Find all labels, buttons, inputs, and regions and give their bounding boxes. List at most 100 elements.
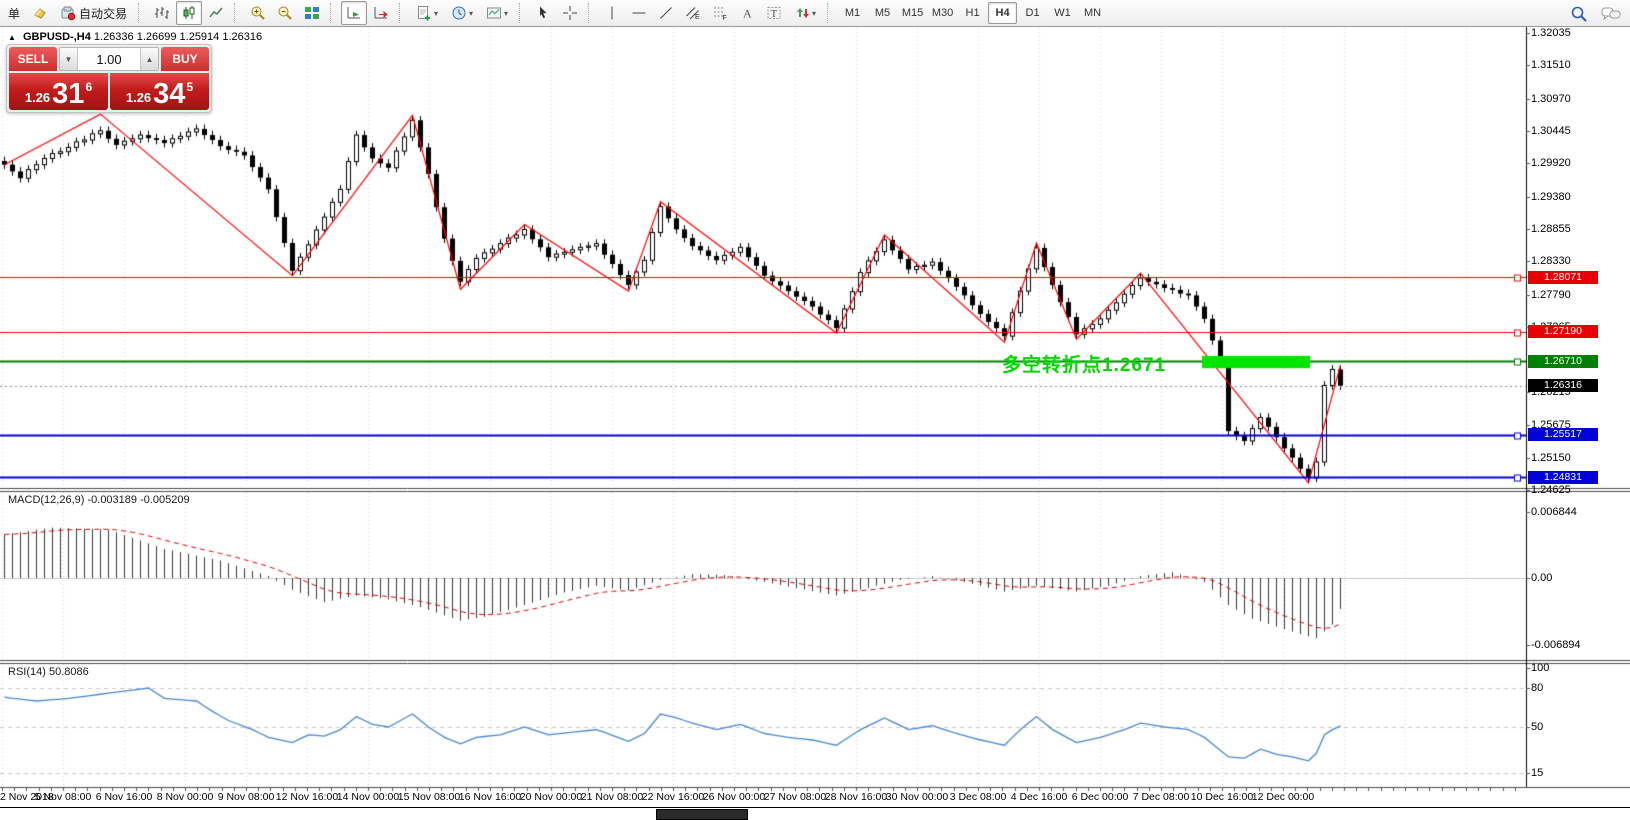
periods-menu[interactable]: ▾ — [445, 1, 479, 25]
timeframe-m5[interactable]: M5 — [868, 2, 897, 24]
autotrading-button[interactable]: 自动交易 — [54, 1, 133, 25]
templates-menu[interactable]: ▾ — [480, 1, 514, 25]
autotrading-label: 自动交易 — [79, 5, 127, 22]
candlestick-chart-icon[interactable] — [176, 1, 202, 25]
toolbar-separator — [827, 3, 834, 23]
time-axis-label: 9 Nov 08:00 — [218, 791, 275, 803]
tile-windows-icon[interactable] — [299, 1, 325, 25]
toolbar-separator — [330, 3, 337, 23]
indicators-menu[interactable]: ▾ — [410, 1, 444, 25]
time-axis-label: 10 Dec 16:00 — [1191, 791, 1253, 803]
time-axis-label: 14 Nov 00:00 — [337, 791, 399, 803]
chart-shift-icon[interactable] — [368, 1, 394, 25]
time-axis-label: 7 Dec 08:00 — [1133, 791, 1190, 803]
toolbar-separator — [234, 3, 241, 23]
price-badge: 1.27190 — [1528, 325, 1598, 338]
time-axis-label: 22 Nov 16:00 — [642, 791, 704, 803]
price-badge: 1.24831 — [1528, 471, 1598, 484]
buy-price-prefix: 1.26 — [126, 90, 151, 105]
price-axis-label: 1.30445 — [1531, 125, 1571, 137]
sell-button[interactable]: SELL — [9, 47, 57, 71]
toolbar-separator — [588, 3, 595, 23]
price-axis-label: 1.28330 — [1531, 255, 1571, 267]
timeframe-m15[interactable]: M15 — [898, 2, 927, 24]
channel-letter: E — [695, 14, 700, 21]
turning-point-annotation: 多空转折点1.2671 — [1002, 350, 1166, 377]
price-badge: 1.25517 — [1528, 428, 1598, 441]
time-axis-label: 4 Dec 16:00 — [1011, 791, 1068, 803]
time-axis-label: 16 Nov 16:00 — [459, 791, 521, 803]
volume-down-button[interactable]: ▼ — [60, 48, 78, 70]
time-axis-label: 8 Nov 00:00 — [157, 791, 214, 803]
svg-text:A: A — [743, 7, 752, 21]
trendline-icon[interactable] — [653, 1, 679, 25]
volume-spinner: ▼ 1.00 ▲ — [59, 47, 159, 71]
fibonacci-icon[interactable]: F — [707, 1, 733, 25]
volume-value[interactable]: 1.00 — [78, 48, 140, 70]
line-chart-icon[interactable] — [203, 1, 229, 25]
dropdown-arrow-icon: ▾ — [504, 9, 508, 18]
zoom-out-icon[interactable] — [272, 1, 298, 25]
equidistant-channel-icon[interactable]: E — [680, 1, 706, 25]
toolbar: 单 自动交易 ▾ ▾ ▾ — [0, 0, 1630, 27]
timeframe-h4[interactable]: H4 — [988, 2, 1017, 24]
toolbar-separator — [519, 3, 526, 23]
volume-up-button[interactable]: ▲ — [140, 48, 158, 70]
price-axis-label: 1.30970 — [1531, 93, 1571, 105]
time-axis-label: 5 Nov 08:00 — [35, 791, 92, 803]
scrollbar-thumb[interactable] — [656, 809, 748, 820]
crosshair-icon[interactable] — [557, 1, 583, 25]
price-badge: 1.26316 — [1528, 379, 1598, 392]
arrows-menu[interactable]: ▾ — [788, 1, 822, 25]
horizontal-line-icon[interactable] — [626, 1, 652, 25]
timeframe-group: M1M5M15M30H1H4D1W1MN — [838, 2, 1107, 24]
text-label-icon[interactable]: T — [761, 1, 787, 25]
sell-price-big: 31 — [52, 81, 84, 108]
zoom-in-icon[interactable] — [245, 1, 271, 25]
timeframe-m1[interactable]: M1 — [838, 2, 867, 24]
time-axis-label: 15 Nov 08:00 — [398, 791, 460, 803]
collapse-arrow-icon[interactable]: ▲ — [8, 33, 16, 42]
rsi-label: RSI(14) 50.8086 — [8, 666, 89, 678]
search-icon[interactable] — [1566, 2, 1592, 26]
text-icon[interactable]: A — [734, 1, 760, 25]
chart-title: ▲ GBPUSD-,H4 1.26336 1.26699 1.25914 1.2… — [8, 31, 262, 43]
gold-icon[interactable] — [27, 1, 53, 25]
chart-canvas[interactable] — [0, 0, 1630, 818]
time-axis-label: 6 Nov 16:00 — [96, 791, 153, 803]
timeframe-h1[interactable]: H1 — [958, 2, 987, 24]
timeframe-mn[interactable]: MN — [1078, 2, 1107, 24]
time-axis-label: 6 Dec 00:00 — [1072, 791, 1129, 803]
vertical-line-icon[interactable] — [599, 1, 625, 25]
new-order-button[interactable]: 单 — [2, 1, 26, 25]
time-axis-label: 12 Nov 16:00 — [276, 791, 338, 803]
macd-label: MACD(12,26,9) -0.003189 -0.005209 — [8, 494, 190, 506]
price-badge: 1.28071 — [1528, 271, 1598, 284]
bar-chart-icon[interactable] — [149, 1, 175, 25]
time-axis-label: 12 Dec 00:00 — [1252, 791, 1314, 803]
chat-icon[interactable] — [1598, 2, 1624, 26]
svg-text:T: T — [771, 8, 778, 20]
price-axis-label: 1.27790 — [1531, 289, 1571, 301]
dropdown-arrow-icon: ▾ — [812, 9, 816, 18]
horizontal-scrollbar[interactable] — [0, 807, 1630, 819]
buy-price-panel[interactable]: 1.26 34 5 — [110, 73, 209, 110]
one-click-trading-panel: SELL ▼ 1.00 ▲ BUY 1.26 31 6 1.26 34 5 — [6, 44, 212, 113]
time-axis-label: 27 Nov 08:00 — [764, 791, 826, 803]
rsi-axis-label: 15 — [1531, 767, 1543, 779]
rsi-axis-label: 50 — [1531, 721, 1543, 733]
price-axis-label: 1.24625 — [1531, 484, 1571, 496]
timeframe-d1[interactable]: D1 — [1018, 2, 1047, 24]
sell-price-sup: 6 — [85, 80, 92, 94]
macd-axis-label: 0.006844 — [1531, 506, 1577, 518]
buy-button[interactable]: BUY — [161, 47, 209, 71]
price-axis-label: 1.29380 — [1531, 191, 1571, 203]
sell-price-panel[interactable]: 1.26 31 6 — [9, 73, 108, 110]
timeframe-w1[interactable]: W1 — [1048, 2, 1077, 24]
sell-price-prefix: 1.26 — [25, 90, 50, 105]
auto-scroll-icon[interactable] — [341, 1, 367, 25]
macd-axis-label: -0.006894 — [1531, 639, 1581, 651]
timeframe-m30[interactable]: M30 — [928, 2, 957, 24]
time-axis-label: 30 Nov 00:00 — [886, 791, 948, 803]
cursor-icon[interactable] — [530, 1, 556, 25]
